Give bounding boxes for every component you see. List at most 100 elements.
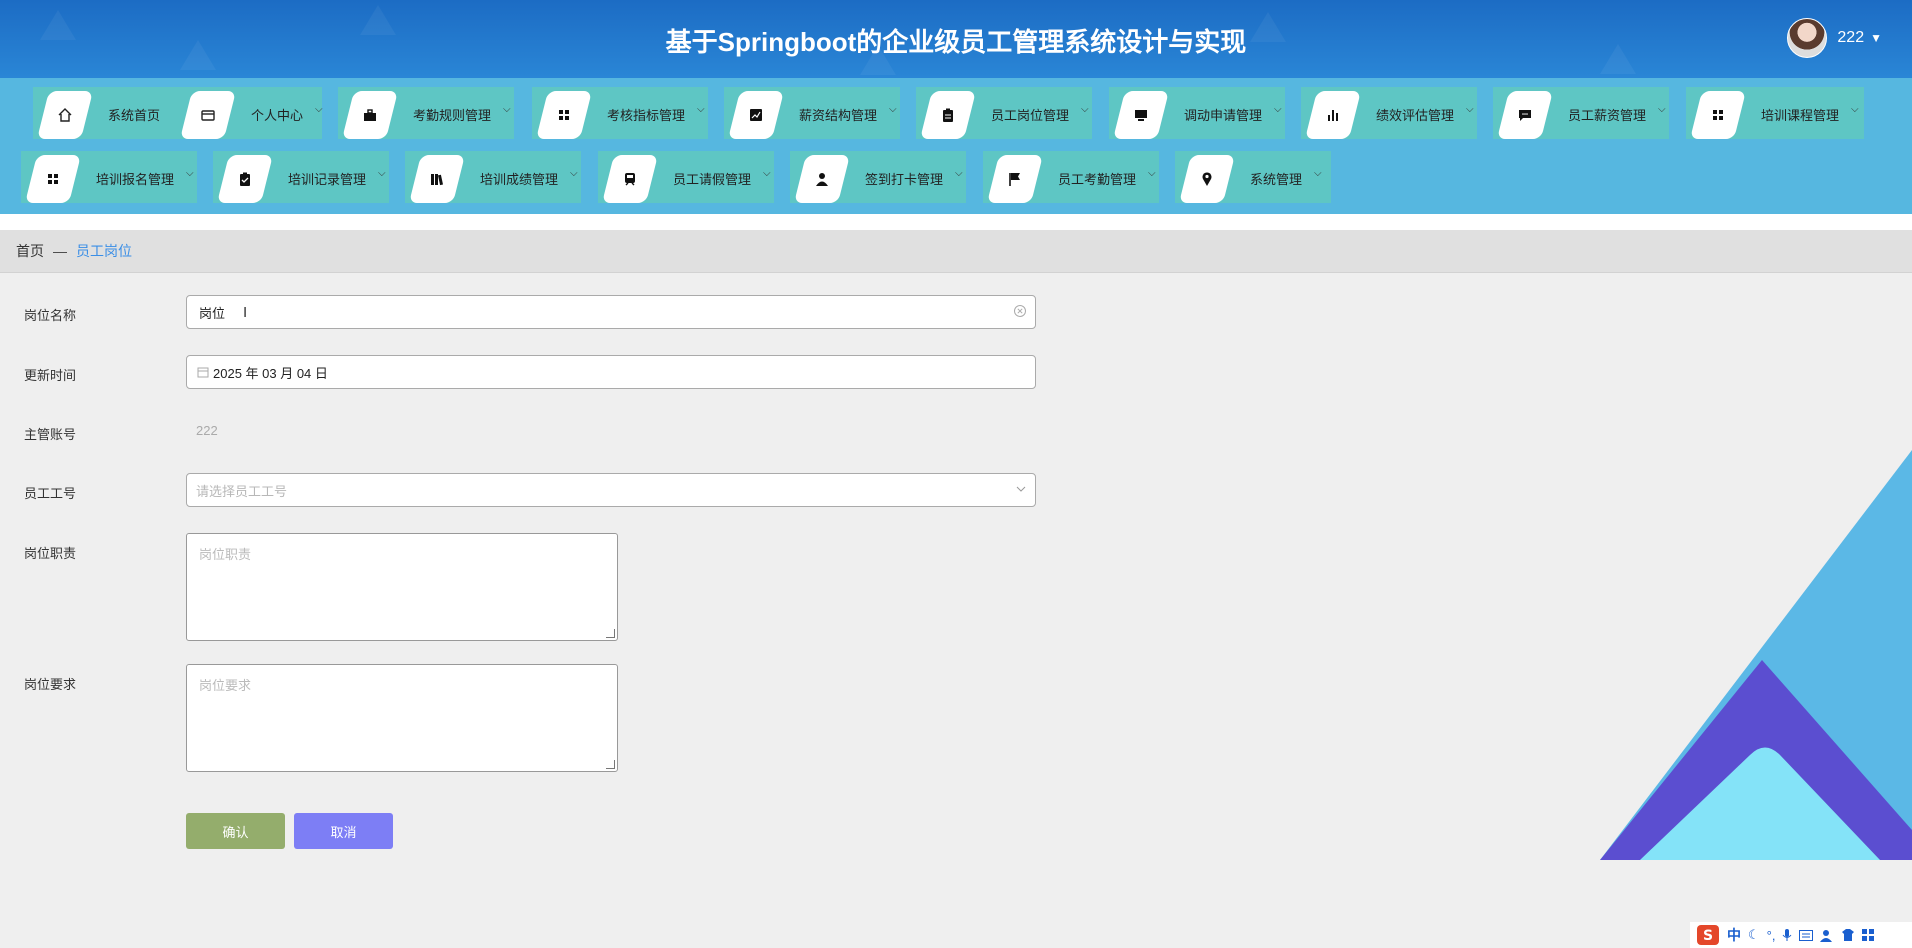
books-icon [409,155,465,203]
cancel-button[interactable]: 取消 [294,813,393,849]
position-name-label: 岗位名称 [24,308,77,323]
nav-item-9[interactable]: 培训课程管理 ⌵ [1686,87,1864,139]
position-name-value: 岗位 [199,305,226,321]
grid-icon [1690,91,1746,139]
user-settings-icon[interactable] [1820,929,1834,942]
nav-item-16[interactable]: 系统管理 ⌵ [1175,151,1331,203]
manager-account-label: 主管账号 [24,427,77,442]
chevron-down-icon [1015,483,1027,498]
nav-item-7[interactable]: 绩效评估管理 ⌵ [1301,87,1477,139]
grid-icon [536,91,592,139]
nav-item-11[interactable]: 培训记录管理 ⌵ [213,151,389,203]
nav-item-label: 个人中心 [251,108,304,123]
nav-item-2[interactable]: 考勤规则管理 ⌵ [338,87,514,139]
employee-id-label: 员工工号 [24,486,77,501]
nav-item-label: 培训记录管理 [288,172,367,187]
microphone-icon[interactable] [1782,928,1792,942]
clear-icon[interactable] [1013,304,1027,321]
nav-item-5[interactable]: 员工岗位管理 ⌵ [916,87,1092,139]
briefcase-icon [342,91,398,139]
home-icon [37,91,93,139]
nav-item-label: 签到打卡管理 [865,172,944,187]
requirements-textarea[interactable]: 岗位要求 [186,664,618,772]
chevron-down-icon: ⌵ [763,168,771,179]
breadcrumb-home[interactable]: 首页 [16,241,44,261]
nav-item-label: 考勤规则管理 [413,108,492,123]
chevron-down-icon: ⌵ [1148,168,1156,179]
wallet-icon [180,91,236,139]
decorative-shape [1600,450,1912,860]
resize-handle[interactable] [606,760,615,769]
chevron-down-icon: ⌵ [889,104,897,115]
keyboard-icon[interactable] [1799,929,1814,941]
breadcrumb: 首页 — 员工岗位 [0,230,1912,273]
nav-item-label: 员工请假管理 [673,172,752,187]
position-name-input[interactable]: 岗位 I [186,295,1036,329]
pin-icon [1179,155,1235,203]
nav-item-3[interactable]: 考核指标管理 ⌵ [532,87,708,139]
duties-textarea[interactable]: 岗位职责 [186,533,618,641]
monitor-icon [1113,91,1169,139]
calendar-icon [197,366,209,378]
employee-id-placeholder: 请选择员工工号 [196,483,288,499]
chevron-down-icon: ⌵ [503,104,511,115]
user-menu[interactable]: 222 ▼ [1787,18,1882,58]
nav-item-label: 员工薪资管理 [1568,108,1647,123]
clipboard-check-icon [217,155,273,203]
breadcrumb-current: 员工岗位 [76,243,132,259]
requirements-placeholder: 岗位要求 [199,678,252,693]
nav-item-13[interactable]: 员工请假管理 ⌵ [598,151,774,203]
nav-item-6[interactable]: 调动申请管理 ⌵ [1109,87,1285,139]
nav-item-14[interactable]: 签到打卡管理 ⌵ [790,151,966,203]
chevron-down-icon: ⌵ [378,168,386,179]
moon-icon[interactable]: ☾ [1748,927,1760,943]
svg-text:S: S [1703,928,1713,944]
nav-item-label: 绩效评估管理 [1376,108,1455,123]
text-cursor-icon: I [243,303,248,321]
nav-item-8[interactable]: 员工薪资管理 ⌵ [1493,87,1669,139]
requirements-label: 岗位要求 [24,677,77,692]
nav-item-label: 系统首页 [108,108,161,123]
nav-item-label: 调动申请管理 [1184,108,1263,123]
nav-item-label: 系统管理 [1250,172,1303,187]
bar-chart-icon [1305,91,1361,139]
employee-id-select[interactable]: 请选择员工工号 [186,473,1036,507]
skin-icon[interactable] [1841,929,1855,941]
app-title: 基于Springboot的企业级员工管理系统设计与实现 [665,27,1247,57]
nav-item-12[interactable]: 培训成绩管理 ⌵ [405,151,581,203]
user-icon [794,155,850,203]
update-time-picker[interactable]: 2025 年 03 月 04 日 [186,355,1036,389]
chevron-down-icon: ⌵ [1466,104,1474,115]
message-icon [1497,91,1553,139]
ime-lang-toggle[interactable]: 中 [1727,925,1741,945]
chevron-down-icon: ⌵ [186,168,194,179]
duties-placeholder: 岗位职责 [199,547,252,562]
nav-item-label: 员工岗位管理 [991,108,1070,123]
nav-item-1[interactable]: 个人中心 ⌵ [176,87,323,139]
username: 222 [1837,29,1865,46]
resize-handle[interactable] [606,629,615,638]
chevron-down-icon: ⌵ [1851,104,1859,115]
grid-icon [25,155,81,203]
chart-icon [728,91,784,139]
nav-item-4[interactable]: 薪资结构管理 ⌵ [724,87,900,139]
duties-label: 岗位职责 [24,546,77,561]
manager-account-value: 222 [196,423,218,438]
clipboard-icon [920,91,976,139]
nav-item-label: 考核指标管理 [607,108,686,123]
confirm-button[interactable]: 确认 [186,813,285,849]
sogou-logo-icon[interactable]: S [1696,924,1720,946]
nav-item-label: 培训课程管理 [1761,108,1840,123]
train-icon [602,155,658,203]
punctuation-icon[interactable]: °, [1767,928,1776,943]
nav-item-label: 员工考勤管理 [1058,172,1137,187]
nav-item-10[interactable]: 培训报名管理 ⌵ [21,151,197,203]
nav-item-0[interactable]: 系统首页 [33,87,191,139]
chevron-down-icon: ⌵ [1658,104,1666,115]
chevron-down-icon: ⌵ [1314,168,1322,179]
header-bar: 基于Springboot的企业级员工管理系统设计与实现 222 ▼ [0,0,1912,78]
toolbox-icon[interactable] [1862,929,1875,941]
caret-down-icon: ▼ [1870,31,1882,45]
update-time-value: 2025 年 03 月 04 日 [213,365,328,381]
nav-item-15[interactable]: 员工考勤管理 ⌵ [983,151,1159,203]
